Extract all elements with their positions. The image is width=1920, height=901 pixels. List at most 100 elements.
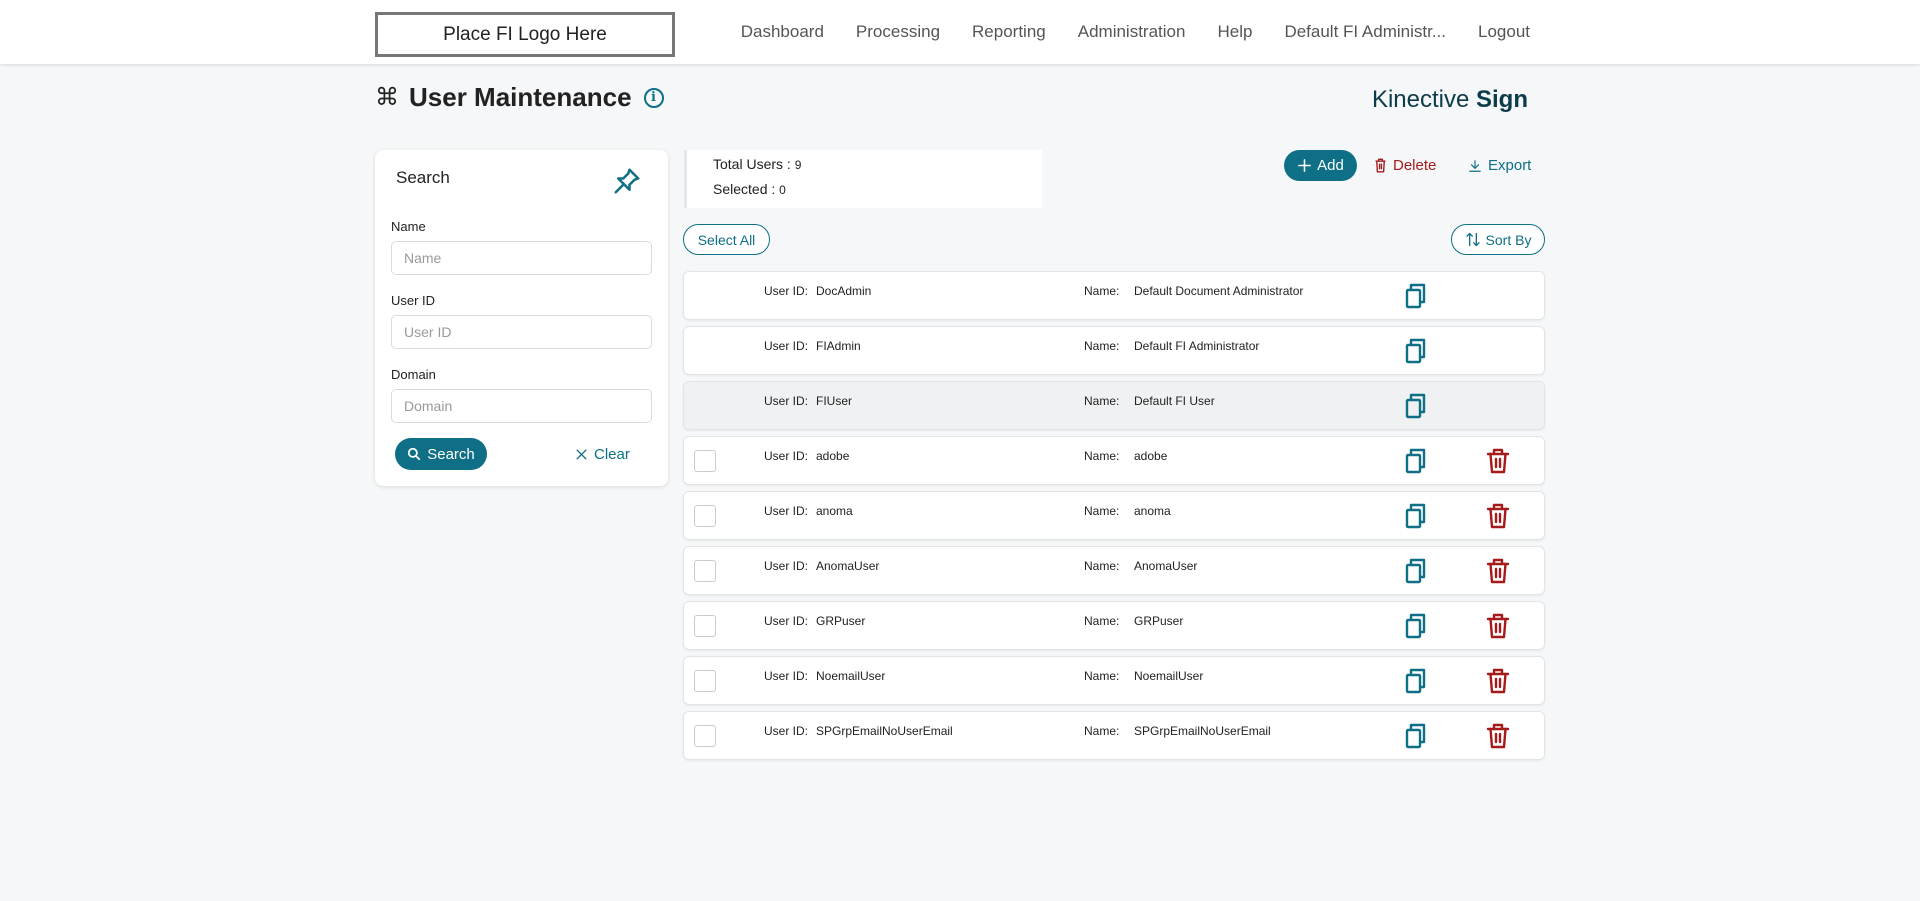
user-row[interactable]: User ID: anoma Name: anoma (683, 491, 1545, 540)
clear-button-label: Clear (594, 445, 630, 463)
search-button[interactable]: Search (395, 438, 487, 470)
domain-field-label: Domain (391, 367, 436, 382)
user-id-value: adobe (816, 449, 850, 463)
download-icon (1469, 159, 1481, 172)
user-name-label: Name: (1084, 284, 1120, 298)
user-row[interactable]: User ID: FIAdmin Name: Default FI Administr… (683, 326, 1545, 375)
row-checkbox[interactable] (694, 725, 716, 747)
info-icon[interactable]: i (643, 87, 664, 108)
copy-icon[interactable] (1404, 283, 1428, 309)
trash-icon[interactable] (1486, 448, 1510, 474)
userid-input[interactable] (391, 315, 652, 349)
trash-icon[interactable] (1486, 613, 1510, 639)
page-header: ⌘ User Maintenance i (375, 82, 664, 113)
user-name-label: Name: (1084, 614, 1120, 628)
selected-users-value: 0 (779, 183, 786, 197)
sort-button-label: Sort By (1485, 231, 1532, 248)
copy-icon[interactable] (1404, 668, 1428, 694)
fi-logo-placeholder[interactable]: Place FI Logo Here (375, 12, 675, 57)
user-name-label: Name: (1084, 449, 1120, 463)
trash-icon[interactable] (1486, 558, 1510, 584)
user-id-label: User ID: (764, 504, 809, 518)
command-icon: ⌘ (375, 83, 399, 111)
userid-field-label: User ID (391, 293, 436, 308)
delete-button-label: Delete (1393, 157, 1437, 174)
user-id-label: User ID: (764, 669, 809, 683)
user-row[interactable]: User ID: GRPuser Name: GRPuser (683, 601, 1545, 650)
user-row[interactable]: User ID: SPGrpEmailNoUserEmail Name: SPGrpE… (683, 711, 1545, 760)
user-name-label: Name: (1084, 724, 1120, 738)
domain-input[interactable] (391, 389, 652, 423)
select-all-button[interactable]: Select All (683, 224, 770, 255)
user-row[interactable]: User ID: AnomaUser Name: AnomaUser (683, 546, 1545, 595)
trash-icon[interactable] (1486, 503, 1510, 529)
name-field-label: Name (391, 219, 426, 234)
user-row[interactable]: User ID: NoemailUser Name: NoemailUser (683, 656, 1545, 705)
row-checkbox[interactable] (694, 505, 716, 527)
add-user-button[interactable]: Add (1284, 150, 1357, 181)
sort-icon (1465, 232, 1480, 247)
copy-icon[interactable] (1404, 503, 1428, 529)
nav-user-menu[interactable]: Default FI Administr... (1284, 22, 1446, 42)
user-stats-card: Total Users : 9 Selected : 0 (684, 150, 1042, 208)
user-list: User ID: DocAdmin Name: Default Document Ad… (683, 271, 1545, 766)
user-name-value: adobe (1134, 449, 1168, 463)
top-navigation-bar: Place FI Logo Here Dashboard Processing … (0, 0, 1920, 64)
clear-button[interactable]: Clear (575, 438, 630, 470)
search-icon (408, 447, 421, 461)
user-id-label: User ID: (764, 284, 809, 298)
brand-name-bold: Sign (1476, 86, 1528, 113)
total-users: Total Users : 9 (713, 156, 801, 172)
user-name-value: Default Document Administrator (1134, 284, 1304, 298)
user-id-value: AnomaUser (816, 559, 880, 573)
nav-administration[interactable]: Administration (1078, 22, 1186, 42)
copy-icon[interactable] (1404, 723, 1428, 749)
user-id-value: SPGrpEmailNoUserEmail (816, 724, 953, 738)
nav-dashboard[interactable]: Dashboard (741, 22, 824, 42)
user-name-value: NoemailUser (1134, 669, 1204, 683)
user-id-value: anoma (816, 504, 853, 518)
copy-icon[interactable] (1404, 393, 1428, 419)
copy-icon[interactable] (1404, 558, 1428, 584)
user-id-value: NoemailUser (816, 669, 886, 683)
add-button-label: Add (1317, 157, 1344, 174)
user-id-label: User ID: (764, 449, 809, 463)
user-id-value: GRPuser (816, 614, 866, 628)
row-checkbox[interactable] (694, 560, 716, 582)
user-id-value: DocAdmin (816, 284, 872, 298)
delete-users-button[interactable]: Delete (1374, 150, 1436, 181)
total-users-label: Total Users : (713, 156, 795, 172)
copy-icon[interactable] (1404, 613, 1428, 639)
nav-logout[interactable]: Logout (1478, 22, 1530, 42)
main-nav: Dashboard Processing Reporting Administr… (741, 0, 1530, 64)
sort-by-button[interactable]: Sort By (1451, 224, 1545, 255)
nav-processing[interactable]: Processing (856, 22, 940, 42)
trash-icon[interactable] (1486, 723, 1510, 749)
plus-icon (1298, 159, 1312, 172)
brand-name-light: Kinective (1371, 86, 1476, 113)
nav-reporting[interactable]: Reporting (972, 22, 1046, 42)
user-name-label: Name: (1084, 559, 1120, 573)
user-name-label: Name: (1084, 394, 1120, 408)
row-checkbox[interactable] (694, 670, 716, 692)
copy-icon[interactable] (1404, 338, 1428, 364)
close-icon (576, 448, 587, 460)
pin-icon[interactable] (612, 166, 642, 196)
total-users-value: 9 (794, 158, 802, 172)
user-id-label: User ID: (764, 339, 809, 353)
user-row[interactable]: User ID: adobe Name: adobe (683, 436, 1545, 485)
name-input[interactable] (391, 241, 652, 275)
user-name-label: Name: (1084, 504, 1120, 518)
selected-users-label: Selected : (713, 181, 780, 197)
row-checkbox[interactable] (694, 450, 716, 472)
user-row[interactable]: User ID: FIUser Name: Default FI User (683, 381, 1545, 430)
user-row[interactable]: User ID: DocAdmin Name: Default Document Ad… (683, 271, 1545, 320)
user-id-label: User ID: (764, 394, 809, 408)
export-button[interactable]: Export (1468, 150, 1531, 181)
copy-icon[interactable] (1404, 448, 1428, 474)
search-panel-title: Search (396, 168, 450, 187)
nav-help[interactable]: Help (1217, 22, 1252, 42)
trash-icon[interactable] (1486, 668, 1510, 694)
row-checkbox[interactable] (694, 615, 716, 637)
user-name-label: Name: (1084, 339, 1120, 353)
